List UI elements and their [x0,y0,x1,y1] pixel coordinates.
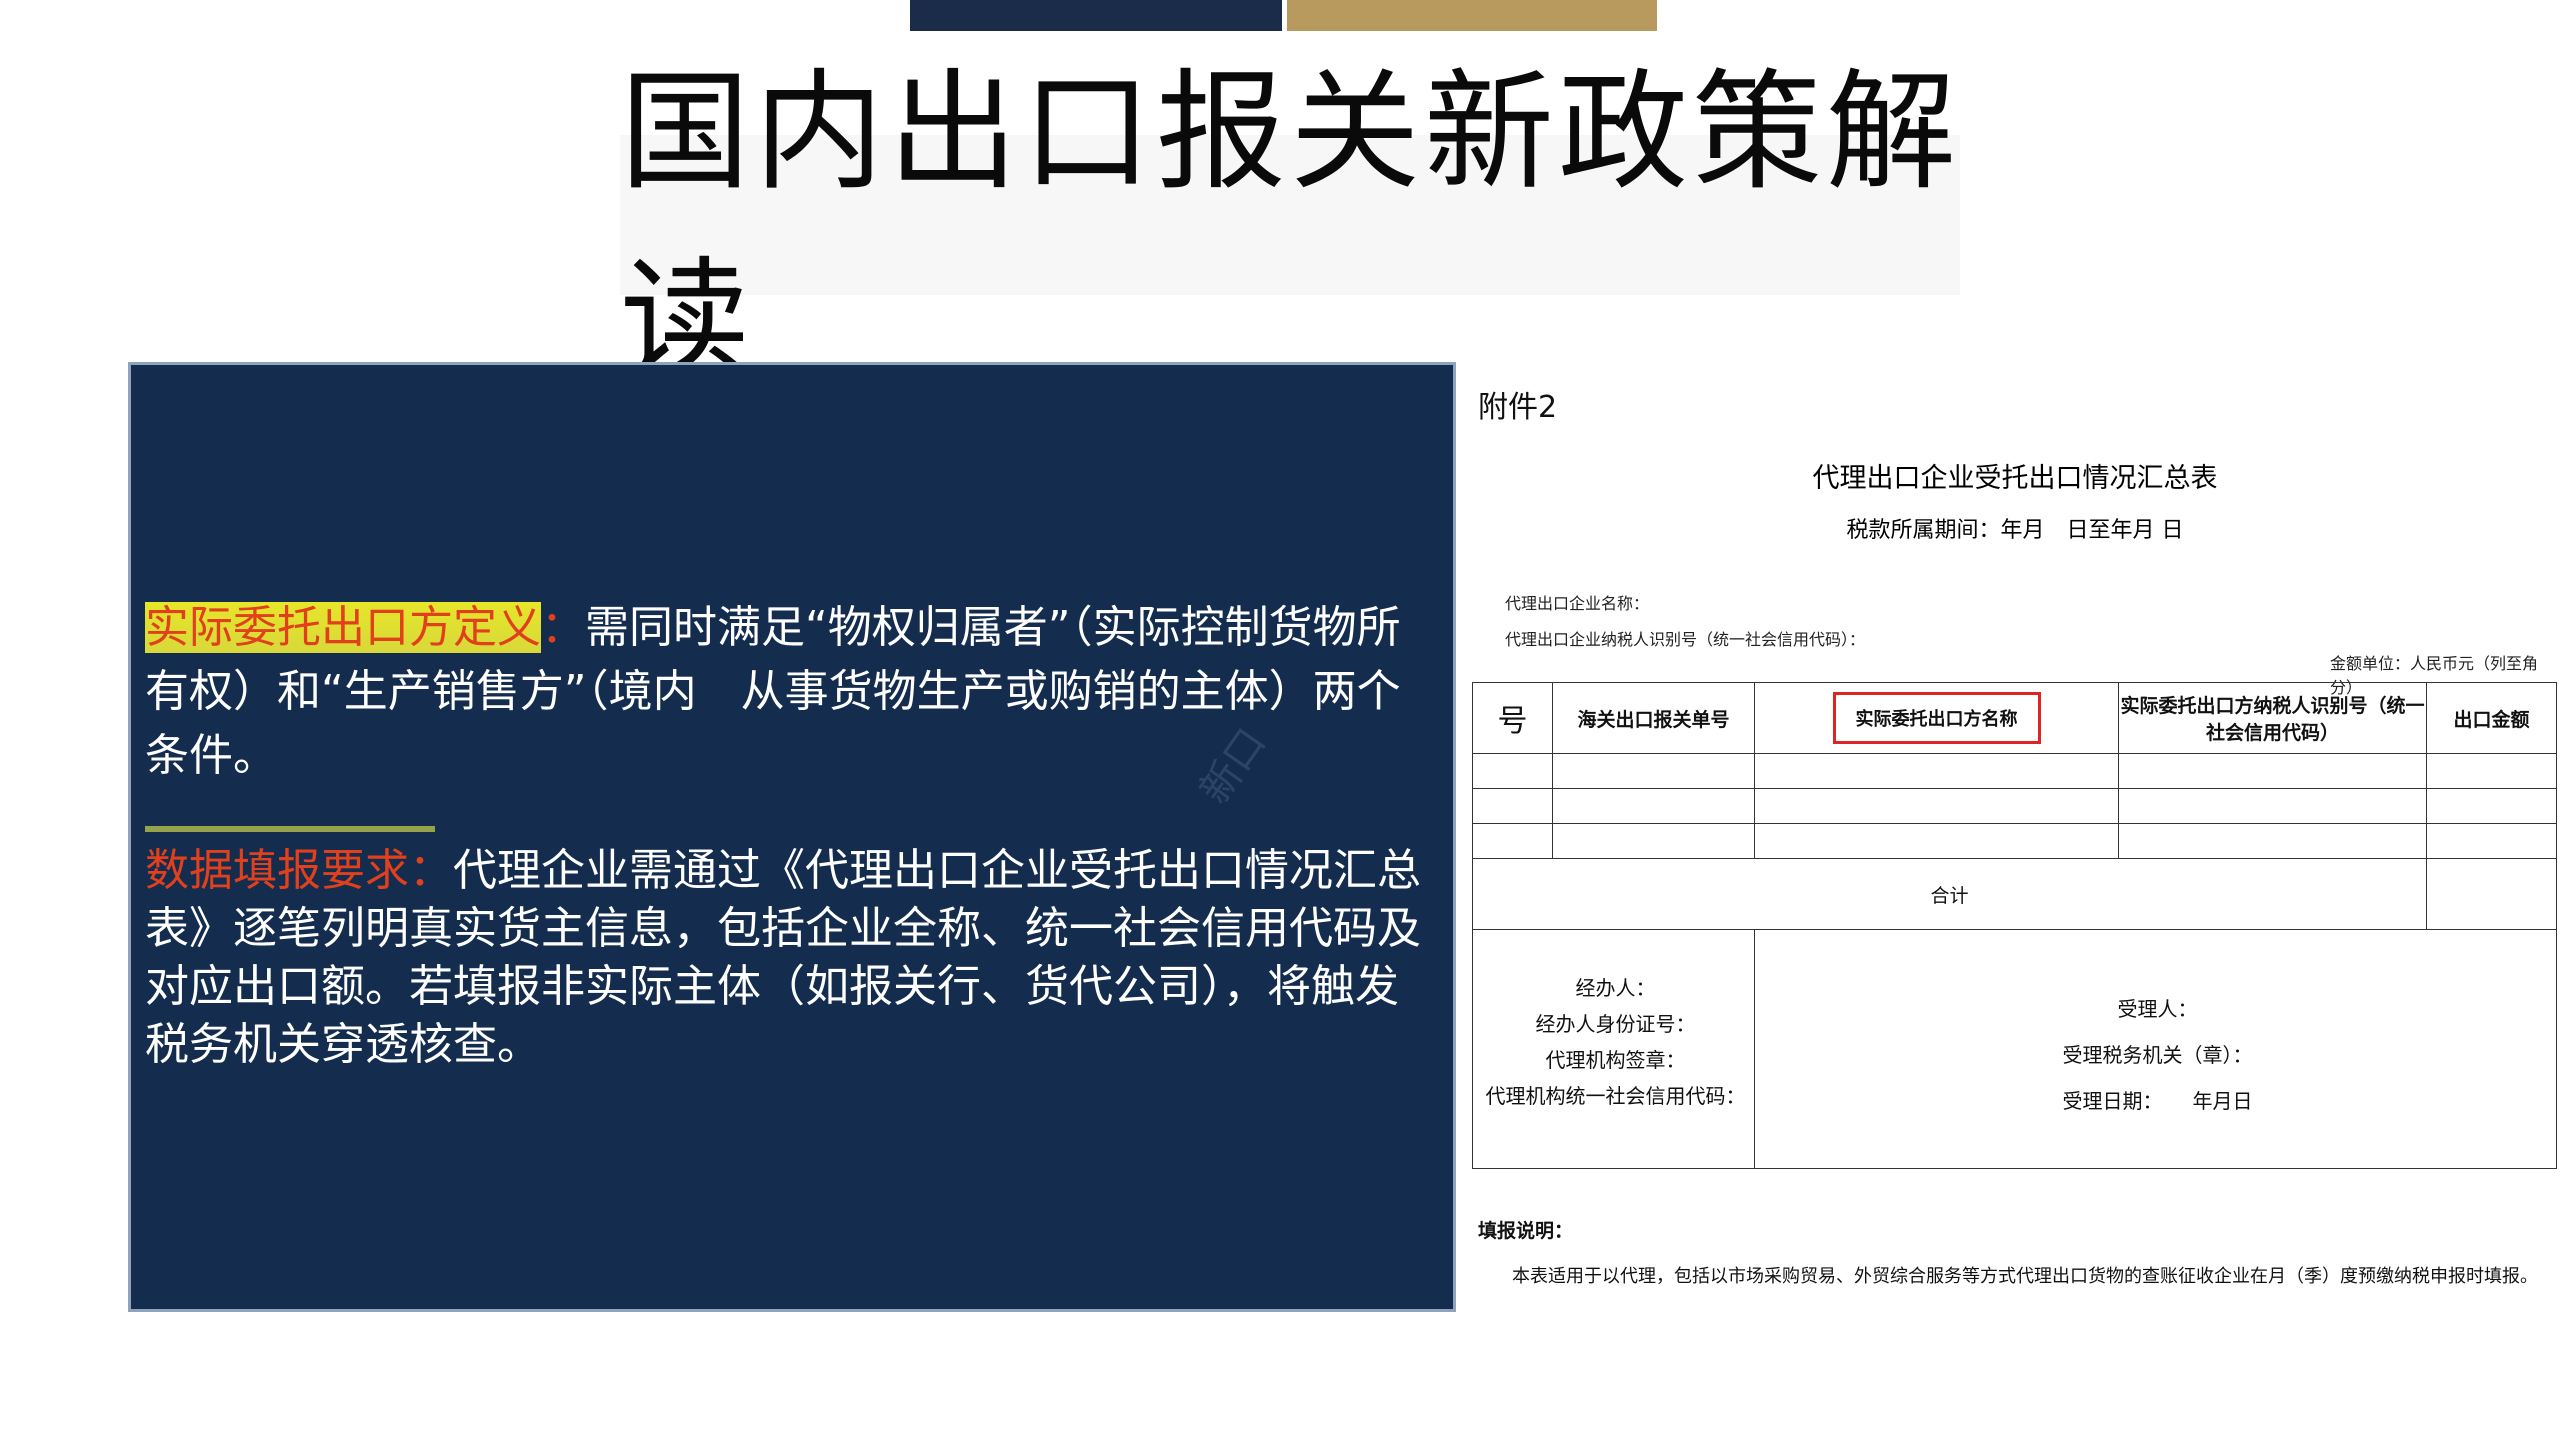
signature-row: 经办人： 经办人身份证号： 代理机构签章： 代理机构统一社会信用代码： 受理人：… [1472,929,2557,1169]
tax-period: 税款所属期间：年月 日至年月 日 [1846,518,2184,543]
signature-right: 受理人： 受理税务机关（章）： 受理日期： 年月日 [1754,929,2557,1169]
header-declaration-no: 海关出口报关单号 [1552,682,1755,754]
company-name-label: 代理出口企业名称： [1505,594,1650,613]
definition-label: 实际委托出口方定义 [145,602,541,653]
agency-credit-code-label: 代理机构统一社会信用代码： [1485,1084,1746,1108]
tax-office-label: 受理税务机关（章）： [2062,1043,2253,1067]
highlight-underline [145,826,435,832]
receiver-label: 受理人： [2117,997,2198,1021]
header-export-amount: 出口金额 [2426,682,2557,754]
requirement-label: 数据填报要求： [145,845,453,896]
table-row [1472,753,2557,789]
form-title: 代理出口企业受托出口情况汇总表 [1812,463,2218,494]
attachment-label: 附件2 [1478,390,1558,425]
principal-name-highlight: 实际委托出口方名称 [1832,692,2041,744]
receipt-date-label: 受理日期： 年月日 [2062,1089,2253,1113]
table-row [1472,823,2557,859]
definition-panel [128,362,1456,1312]
definition-colon: ： [541,602,585,653]
summary-table: 号 海关出口报关单号 实际委托出口方名称 实际委托出口方纳税人识别号（统一社会信… [1472,682,2557,1169]
total-label: 合计 [1472,858,2427,930]
requirement-paragraph: 数据填报要求：代理企业需通过《代理出口企业受托出口情况汇总表》逐笔列明真实货主信… [145,842,1435,1074]
total-row: 合计 [1472,858,2557,930]
handler-id-label: 经办人身份证号： [1535,1012,1696,1036]
header-principal-name: 实际委托出口方名称 [1754,682,2119,754]
slide-title: 国内出口报关新政策解读 [620,56,1961,396]
header-principal-taxid: 实际委托出口方纳税人识别号（统一社会信用代码） [2118,682,2427,754]
signature-left: 经办人： 经办人身份证号： 代理机构签章： 代理机构统一社会信用代码： [1472,929,1755,1169]
handler-label: 经办人： [1575,976,1656,1000]
header-no: 号 [1472,682,1553,754]
agency-seal-label: 代理机构签章： [1545,1048,1686,1072]
tax-id-label: 代理出口企业纳税人识别号（统一社会信用代码）： [1505,630,1866,649]
table-row [1472,788,2557,824]
instructions-text: 本表适用于以代理，包括以市场采购贸易、外贸综合服务等方式代理出口货物的查账征收企… [1512,1266,2538,1287]
instructions-title: 填报说明： [1478,1220,1574,1242]
table-header-row: 号 海关出口报关单号 实际委托出口方名称 实际委托出口方纳税人识别号（统一社会信… [1472,682,2557,754]
definition-paragraph: 实际委托出口方定义：需同时满足“物权归属者”（实际控制货物所有权）和“生产销售方… [145,596,1435,788]
